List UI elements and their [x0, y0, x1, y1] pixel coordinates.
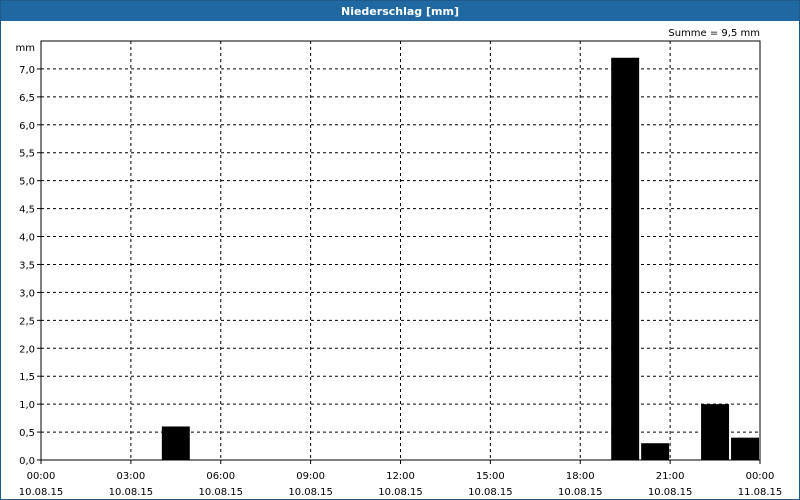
x-tick-time: 06:00: [206, 471, 235, 482]
bar-3: [701, 404, 730, 460]
x-tick-date: 10.08.15: [378, 487, 423, 498]
y-tick-label: 0,5: [19, 428, 35, 439]
x-tick-time: 00:00: [746, 471, 775, 482]
x-tick-date: 10.08.15: [288, 487, 333, 498]
x-tick-date: 10.08.15: [468, 487, 513, 498]
sum-label: Summe = 9,5 mm: [668, 28, 760, 39]
y-tick-label: 5,5: [19, 149, 35, 160]
bar-2: [641, 443, 670, 460]
y-tick-label: 2,0: [19, 344, 35, 355]
y-tick-label: 4,0: [19, 233, 35, 244]
chart-window: Niederschlag [mm] 0,0 0,5 1,0 1,5 2,0 2,5 3,0 3…: [0, 0, 800, 500]
y-tick-label: 3,0: [19, 288, 35, 299]
y-tick-label: 5,0: [19, 177, 35, 188]
x-tick-time: 00:00: [27, 471, 56, 482]
bar-1: [611, 57, 640, 460]
y-tick-label: 6,5: [19, 93, 35, 104]
y-tick-label: 1,0: [19, 400, 35, 411]
x-tick-date: 10.08.15: [109, 487, 154, 498]
y-tick-label: 3,5: [19, 260, 35, 271]
x-tick-date: 10.08.15: [558, 487, 603, 498]
x-tick-time: 15:00: [476, 471, 505, 482]
x-tick-time: 12:00: [386, 471, 415, 482]
y-tick-label: 4,5: [19, 205, 35, 216]
y-tick-label: 7,0: [19, 65, 35, 76]
y-tick-label: 6,0: [19, 121, 35, 132]
bar-0: [161, 426, 190, 460]
x-tick-time: 21:00: [656, 471, 685, 482]
x-tick-date: 10.08.15: [19, 487, 64, 498]
x-tick-date: 10.08.15: [198, 487, 243, 498]
precipitation-chart: 0,0 0,5 1,0 1,5 2,0 2,5 3,0 3,5 4,0 4,5 5,0 5,5 6,0 6…: [16, 28, 783, 498]
x-tick-time: 09:00: [296, 471, 325, 482]
y-tick-label: 2,5: [19, 316, 35, 327]
x-tick-time: 03:00: [116, 471, 145, 482]
x-tick-date: 10.08.15: [648, 487, 693, 498]
bar-4: [731, 437, 759, 460]
y-tick-label: 1,5: [19, 372, 35, 383]
y-tick-label: 0,0: [19, 456, 35, 467]
x-tick-date: 11.08.15: [738, 487, 783, 498]
x-tick-time: 18:00: [566, 471, 595, 482]
y-axis-unit: mm: [16, 43, 35, 54]
